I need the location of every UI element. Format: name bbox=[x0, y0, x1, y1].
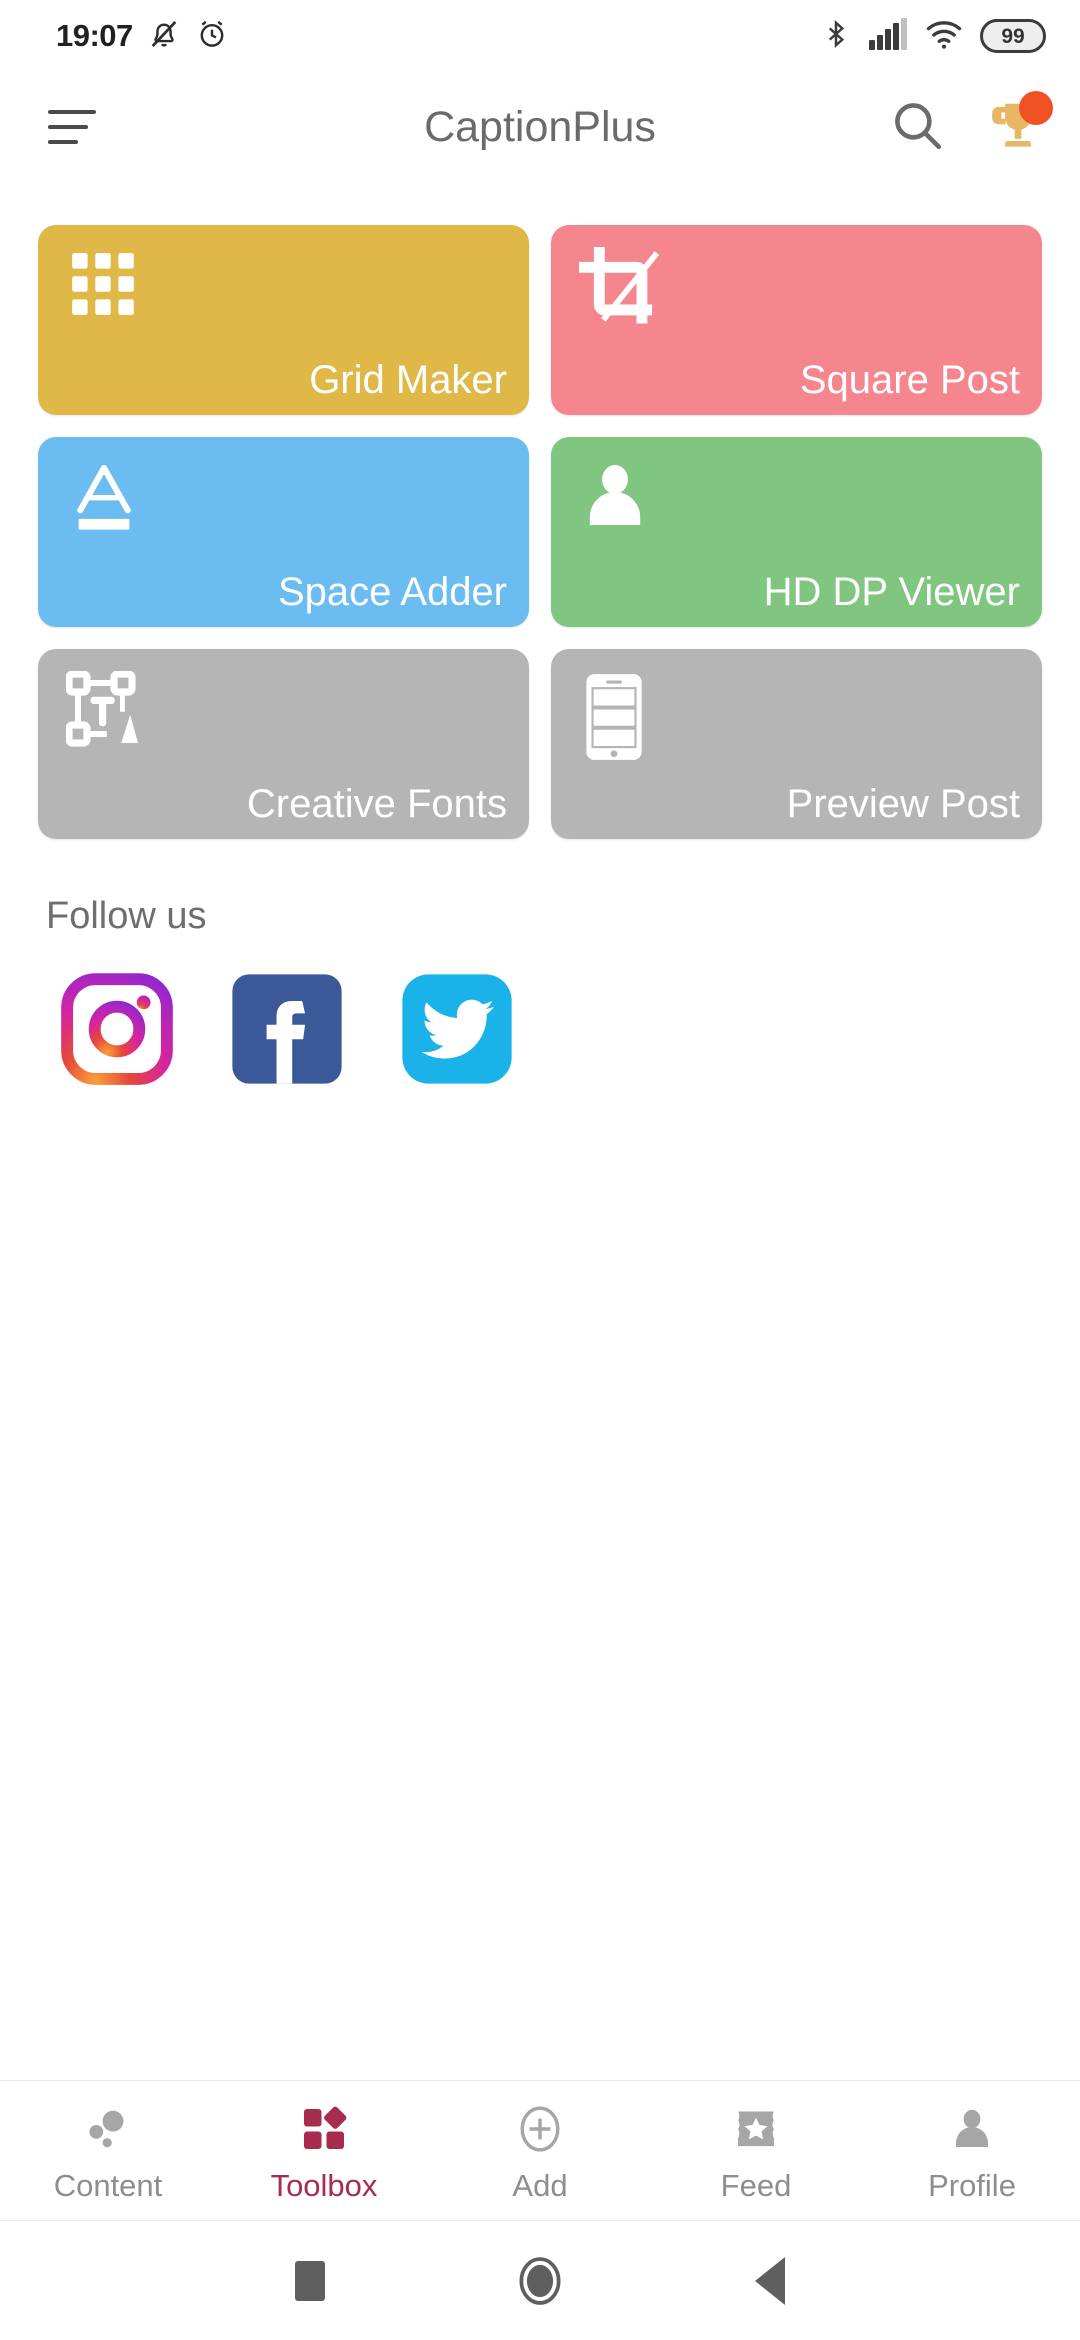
tile-label: Square Post bbox=[799, 358, 1020, 402]
person-icon bbox=[948, 2100, 996, 2158]
alarm-clock-icon bbox=[195, 17, 229, 56]
app-bar-actions bbox=[888, 91, 1053, 159]
battery-level: 99 bbox=[1001, 24, 1025, 48]
notification-badge-dot bbox=[1019, 91, 1053, 125]
grid-icon bbox=[66, 247, 140, 326]
toolbox-icon bbox=[299, 2100, 349, 2158]
nav-item-profile[interactable]: Profile bbox=[882, 2100, 1062, 2201]
nav-item-add[interactable]: Add bbox=[450, 2100, 630, 2201]
square-recents-icon[interactable] bbox=[270, 2241, 350, 2321]
bottom-navigation-bar: Content Toolbox Add Feed Profile bbox=[0, 2080, 1080, 2220]
follow-us-heading: Follow us bbox=[46, 895, 207, 937]
status-time: 19:07 bbox=[56, 18, 133, 53]
status-bar: 19:07 99 bbox=[0, 0, 1080, 72]
status-bar-left: 19:07 bbox=[56, 17, 229, 56]
social-links bbox=[38, 972, 1042, 1086]
crop-icon bbox=[578, 246, 667, 340]
bubbles-icon bbox=[83, 2100, 133, 2158]
nav-item-label: Add bbox=[512, 2168, 568, 2203]
text-underline-icon bbox=[66, 459, 142, 540]
main-content: Grid Maker Square Post Space Adder HD DP… bbox=[0, 182, 1080, 2080]
app-bar: CaptionPlus bbox=[0, 72, 1080, 182]
trophy-icon[interactable] bbox=[986, 91, 1053, 159]
tile-preview-post[interactable]: Preview Post bbox=[551, 649, 1042, 839]
triangle-back-icon[interactable] bbox=[730, 2241, 810, 2321]
person-icon bbox=[579, 459, 651, 536]
twitter-icon[interactable] bbox=[400, 972, 514, 1086]
tile-label: Grid Maker bbox=[309, 358, 507, 402]
tile-square-post[interactable]: Square Post bbox=[551, 225, 1042, 415]
mute-notification-icon bbox=[147, 17, 181, 56]
search-icon[interactable] bbox=[888, 96, 946, 159]
nav-item-feed[interactable]: Feed bbox=[666, 2100, 846, 2201]
tile-grid-maker[interactable]: Grid Maker bbox=[38, 225, 529, 415]
instagram-icon[interactable] bbox=[60, 972, 174, 1086]
hamburger-menu-icon[interactable] bbox=[40, 92, 110, 162]
tile-label: Creative Fonts bbox=[246, 782, 507, 826]
tools-grid: Grid Maker Square Post Space Adder HD DP… bbox=[38, 225, 1042, 839]
nav-item-content[interactable]: Content bbox=[18, 2100, 198, 2201]
circle-home-icon[interactable] bbox=[500, 2241, 580, 2321]
tile-hd-dp-viewer[interactable]: HD DP Viewer bbox=[551, 437, 1042, 627]
wifi-icon bbox=[925, 18, 963, 55]
nav-item-toolbox[interactable]: Toolbox bbox=[234, 2100, 414, 2201]
tile-creative-fonts[interactable]: Creative Fonts bbox=[38, 649, 529, 839]
nav-item-label: Feed bbox=[720, 2168, 792, 2203]
system-navigation-bar bbox=[0, 2220, 1080, 2340]
nav-item-label: Toolbox bbox=[270, 2168, 378, 2203]
app-screen: 19:07 99 CaptionPlus Grid Maker Square P… bbox=[0, 0, 1080, 2340]
bluetooth-icon bbox=[821, 17, 851, 56]
tile-label: Space Adder bbox=[277, 570, 507, 614]
tile-label: Preview Post bbox=[786, 782, 1020, 826]
status-bar-right: 99 bbox=[821, 17, 1046, 56]
plus-circle-icon bbox=[514, 2100, 566, 2158]
cellular-signal-icon bbox=[868, 17, 908, 55]
nav-item-label: Profile bbox=[928, 2168, 1016, 2203]
nav-item-label: Content bbox=[53, 2168, 163, 2203]
text-transform-icon bbox=[65, 670, 144, 754]
phone-preview-icon bbox=[579, 671, 649, 768]
battery-indicator: 99 bbox=[980, 19, 1046, 53]
tile-space-adder[interactable]: Space Adder bbox=[38, 437, 529, 627]
facebook-icon[interactable] bbox=[230, 972, 344, 1086]
tile-label: HD DP Viewer bbox=[763, 570, 1020, 614]
star-ticket-icon bbox=[731, 2100, 781, 2158]
